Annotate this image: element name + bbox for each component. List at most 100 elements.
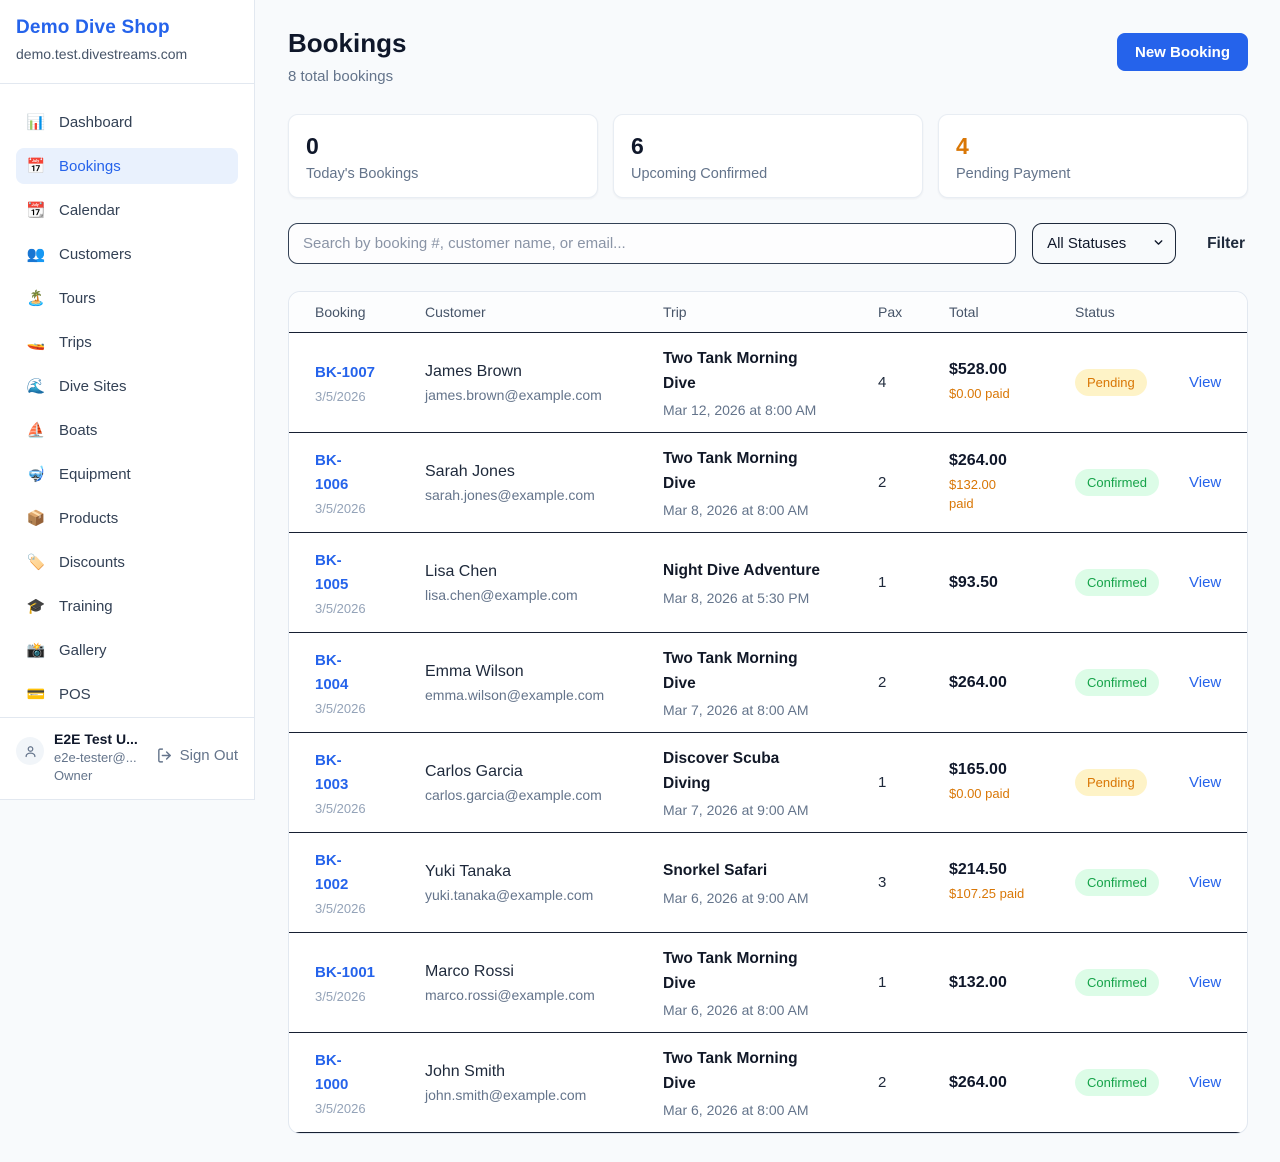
- view-link[interactable]: View: [1189, 974, 1221, 991]
- sidebar-item-label: Gallery: [59, 642, 107, 659]
- sidebar-item[interactable]: 📅 Bookings: [16, 148, 238, 184]
- sidebar-item[interactable]: 📦 Products: [16, 500, 238, 536]
- customer-cell: Carlos Garcia carlos.garcia@example.com: [425, 763, 663, 803]
- customer-name: Sarah Jones: [425, 463, 663, 481]
- paid-amount: $107.25 paid: [949, 884, 1075, 904]
- booking-id-link[interactable]: BK- 1006: [315, 449, 348, 497]
- sidebar-item[interactable]: 💳 POS: [16, 676, 238, 712]
- booking-date: 3/5/2026: [315, 1101, 425, 1116]
- brand-domain: demo.test.divestreams.com: [16, 46, 238, 62]
- trip-name: Two Tank Morning Dive: [663, 447, 878, 495]
- view-link[interactable]: View: [1189, 1074, 1221, 1091]
- sidebar-item[interactable]: 📆 Calendar: [16, 192, 238, 228]
- customer-email: yuki.tanaka@example.com: [425, 887, 663, 903]
- booking-cell: BK- 1005 3/5/2026: [315, 549, 425, 616]
- stat-label: Upcoming Confirmed: [631, 166, 905, 182]
- booking-id-link[interactable]: BK- 1005: [315, 549, 348, 597]
- total-cell: $264.00: [949, 674, 1075, 692]
- total-cell: $93.50: [949, 574, 1075, 592]
- user-meta: E2E Test U... e2e-tester@... Owner: [54, 731, 138, 783]
- sidebar-item[interactable]: 🚤 Trips: [16, 324, 238, 360]
- customer-cell: James Brown james.brown@example.com: [425, 363, 663, 403]
- sidebar-item-label: Products: [59, 510, 118, 527]
- search-input[interactable]: [288, 223, 1016, 264]
- total-amount: $214.50: [949, 861, 1075, 879]
- booking-date: 3/5/2026: [315, 389, 425, 404]
- sidebar-item-label: Customers: [59, 246, 132, 263]
- view-cell: View: [1189, 574, 1221, 592]
- booking-id-link[interactable]: BK-1001: [315, 961, 375, 985]
- sign-out-icon: [156, 747, 173, 764]
- table-header-cell: Booking: [315, 304, 425, 320]
- customer-name: Carlos Garcia: [425, 763, 663, 781]
- booking-id-link[interactable]: BK- 1000: [315, 1049, 348, 1097]
- sidebar-item[interactable]: 👥 Customers: [16, 236, 238, 272]
- sidebar-item[interactable]: 🏝️ Tours: [16, 280, 238, 316]
- sidebar-item[interactable]: ⛵ Boats: [16, 412, 238, 448]
- view-link[interactable]: View: [1189, 874, 1221, 891]
- trip-name: Two Tank Morning Dive: [663, 347, 878, 395]
- tours-icon: 🏝️: [26, 289, 46, 307]
- booking-id-link[interactable]: BK-1007: [315, 361, 375, 385]
- total-cell: $165.00 $0.00 paid: [949, 761, 1075, 804]
- status-badge: Confirmed: [1075, 1069, 1159, 1096]
- customer-email: carlos.garcia@example.com: [425, 787, 663, 803]
- sidebar-item[interactable]: 🏷️ Discounts: [16, 544, 238, 580]
- booking-id-link[interactable]: BK- 1002: [315, 849, 348, 897]
- sidebar-item[interactable]: 🎓 Training: [16, 588, 238, 624]
- status-select[interactable]: All Statuses: [1032, 223, 1176, 264]
- table-row: BK- 1005 3/5/2026 Lisa Chen lisa.chen@ex…: [289, 533, 1247, 633]
- view-cell: View: [1189, 1074, 1221, 1092]
- booking-cell: BK-1001 3/5/2026: [315, 961, 425, 1004]
- view-link[interactable]: View: [1189, 574, 1221, 591]
- boats-icon: ⛵: [26, 421, 46, 439]
- view-link[interactable]: View: [1189, 774, 1221, 791]
- view-cell: View: [1189, 674, 1221, 692]
- page-title: Bookings: [288, 28, 406, 59]
- stats-row: 0 Today's Bookings 6 Upcoming Confirmed …: [288, 114, 1248, 198]
- sidebar-item[interactable]: 📊 Dashboard: [16, 104, 238, 140]
- customer-cell: Sarah Jones sarah.jones@example.com: [425, 463, 663, 503]
- customer-email: john.smith@example.com: [425, 1087, 663, 1103]
- booking-date: 3/5/2026: [315, 901, 425, 916]
- new-booking-button[interactable]: New Booking: [1117, 33, 1248, 71]
- sidebar-item-label: Discounts: [59, 554, 125, 571]
- stat-card: 0 Today's Bookings: [288, 114, 598, 198]
- view-link[interactable]: View: [1189, 674, 1221, 691]
- trip-time: Mar 12, 2026 at 8:00 AM: [663, 402, 878, 418]
- customer-name: James Brown: [425, 363, 663, 381]
- pax-cell: 2: [878, 674, 949, 691]
- status-badge: Confirmed: [1075, 469, 1159, 496]
- view-cell: View: [1189, 374, 1221, 392]
- booking-id-link[interactable]: BK- 1003: [315, 749, 348, 797]
- trip-name: Discover Scuba Diving: [663, 747, 878, 795]
- user-name: E2E Test U...: [54, 731, 138, 747]
- filter-button[interactable]: Filter: [1207, 235, 1245, 253]
- training-icon: 🎓: [26, 597, 46, 615]
- booking-id-link[interactable]: BK- 1004: [315, 649, 348, 697]
- status-badge: Pending: [1075, 769, 1147, 796]
- customer-email: lisa.chen@example.com: [425, 587, 663, 603]
- customer-cell: Lisa Chen lisa.chen@example.com: [425, 563, 663, 603]
- customer-name: Yuki Tanaka: [425, 863, 663, 881]
- gallery-icon: 📸: [26, 641, 46, 659]
- total-amount: $528.00: [949, 361, 1075, 379]
- sign-out-button[interactable]: Sign Out: [156, 747, 238, 764]
- sidebar-item[interactable]: 🤿 Equipment: [16, 456, 238, 492]
- total-cell: $264.00: [949, 1074, 1075, 1092]
- booking-date: 3/5/2026: [315, 701, 425, 716]
- view-link[interactable]: View: [1189, 474, 1221, 491]
- customer-email: marco.rossi@example.com: [425, 987, 663, 1003]
- customer-name: John Smith: [425, 1063, 663, 1081]
- customer-email: james.brown@example.com: [425, 387, 663, 403]
- sidebar-item[interactable]: 📸 Gallery: [16, 632, 238, 668]
- pos-icon: 💳: [26, 685, 46, 703]
- brand-name: Demo Dive Shop: [16, 17, 238, 39]
- total-cell: $528.00 $0.00 paid: [949, 361, 1075, 404]
- view-link[interactable]: View: [1189, 374, 1221, 391]
- booking-cell: BK- 1004 3/5/2026: [315, 649, 425, 716]
- sidebar-item[interactable]: 🌊 Dive Sites: [16, 368, 238, 404]
- stat-value: 0: [306, 133, 580, 160]
- bookings-table: BookingCustomerTripPaxTotalStatus BK-100…: [288, 291, 1248, 1134]
- sidebar-item-label: Dashboard: [59, 114, 132, 131]
